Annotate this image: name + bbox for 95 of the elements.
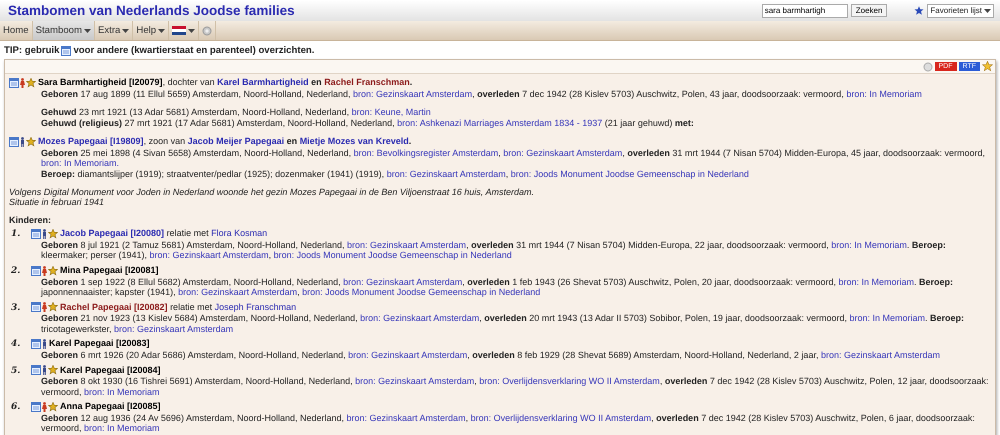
source-link[interactable]: bron: Gezinskaart Amsterdam [353, 88, 472, 98]
source-link[interactable]: bron: Gezinskaart Amsterdam [820, 350, 940, 360]
person-link[interactable]: Flora Kosman [211, 228, 268, 238]
source-link[interactable]: bron: Overlijdensverklaring WO II Amsterdam [479, 376, 660, 386]
person-heading: Sara Barmhartigheid [I20079], dochter van Karel Barmhartigheid en Rachel Franschman. [38, 77, 412, 88]
person-link[interactable]: Mina Papegaai [I20081] [60, 265, 159, 276]
person-heading: Mozes Papegaai [I19809], zoon van Jacob Meijer Papegaai en Mietje Mozes van Kreveld. [38, 136, 412, 148]
document-icon[interactable] [31, 266, 41, 276]
caret-icon [84, 28, 91, 32]
source-link[interactable]: bron: Gezinskaart Amsterdam [343, 276, 462, 287]
person-link[interactable]: Jacob Papegaai [I20080] [60, 228, 164, 238]
document-icon[interactable] [31, 339, 41, 350]
caret-icon [188, 28, 196, 32]
source-link[interactable]: bron: Gezinskaart Amsterdam [347, 240, 466, 250]
source-link[interactable]: bron: Joods Monument Joodse Gemeenschap in Nederland [302, 287, 540, 298]
event-details: Geboren 25 mei 1898 (4 Sivan 5658) Amsterdam, Noord-Holland, Nederland, bron: Bevolkingsregister Amsterdam, bron: Gezinskaart Amsterdam, overleden 31 mrt 1944 (7 Nisan 5704) Midden-Europa, 45 jaar, doodsoorzaak: vermoord, bron: In Memoriam. [40, 148, 986, 169]
document-icon[interactable] [31, 302, 41, 312]
event-details: Geboren 6 mrt 1926 (20 Adar 5686) Amsterdam, Noord-Holland, Nederland, bron: Gezinskaart Amsterdam, overleden 8 feb 1929 (28 Shevat 5689) Amsterdam, Noord-Holland, Nederland, 2 jaar, bron: Gezinskaart Amsterdam [40, 350, 942, 360]
list-number: 1. [10, 228, 22, 242]
source-link[interactable]: bron: Gezinskaart Amsterdam [348, 350, 468, 360]
source-link[interactable]: bron: In Memoriam. [41, 158, 120, 168]
menu-item[interactable]: Stamboom [32, 21, 95, 40]
source-link[interactable]: bron: Keune, Martin [352, 107, 431, 118]
event-details: Geboren 8 jul 1921 (2 Tamuz 5681) Amsterdam, Noord-Holland, Nederland, bron: Gezinskaart Amsterdam, overleden 31 mrt 1944 (7 Nisan 5704) Midden-Europa, 22 jaar, doodsoorzaak: vermoord, bron: In Memoriam. Beroep: kleermaker; perser (1941), bron: Gezinskaart Amsterdam, bron: Joods Monument Joodse Gemeenschap in Nederland [40, 240, 947, 262]
event-details: Geboren 8 okt 1930 (16 Tishrei 5691) Amsterdam, Noord-Holland, Nederland, bron: Gezinskaart Amsterdam, bron: Overlijdensverklaring WO II Amsterdam, overleden 7 dec 1942 (28 Kislev 5703) Auschwitz, Polen, 12 jaar, doodsoorzaak: vermoord, bron: In Memoriam [40, 376, 989, 398]
source-link[interactable]: bron: Gezinskaart Amsterdam [386, 168, 506, 179]
caret-icon [984, 8, 991, 12]
source-link[interactable]: bron: In Memoriam [849, 313, 926, 324]
event-details: Beroep: diamantslijper (1919); straatventer/pedlar (1925); dozenmaker (1941) (1919), bron: Gezinskaart Amsterdam, bron: Joods Monument Joodse Gemeenschap in Nederland [40, 168, 750, 180]
settings-icon[interactable] [922, 62, 933, 72]
person-link[interactable]: Mozes Papegaai [I19809] [38, 136, 144, 146]
flag-icon [172, 26, 186, 35]
person-link[interactable]: Sara Barmhartigheid [I20079] [38, 77, 163, 87]
source-link[interactable]: bron: Gezinskaart Amsterdam [503, 148, 622, 158]
list-number: 5. [10, 364, 22, 378]
source-link[interactable]: bron: Ashkenazi Marriages Amsterdam 1834 - 1937 [397, 118, 602, 128]
source-link[interactable]: bron: Joods Monument Joodse Gemeenschap in Nederland [510, 168, 749, 179]
tip-text: TIP: gebruik [4, 45, 60, 56]
marriage-details: Gehuwd 23 mrt 1921 (13 Adar 5681) Amsterdam, Noord-Holland, Nederland, bron: Keune, Martin [40, 107, 432, 118]
language-menu[interactable] [169, 21, 200, 40]
person-link[interactable]: Karel Papegaai [I20083] [49, 338, 150, 348]
note-text: Situatie in februari 1941 [9, 197, 106, 208]
source-link[interactable]: bron: In Memoriam [846, 88, 922, 98]
person-link[interactable]: Karel Barmhartigheid [217, 77, 309, 87]
star-icon[interactable] [982, 61, 993, 72]
source-link[interactable]: bron: Gezinskaart Amsterdam [114, 324, 234, 334]
source-link[interactable]: bron: In Memoriam [831, 240, 907, 250]
person-heading: Jacob Papegaai [I20080] relatie met Flora Kosman [60, 228, 268, 240]
document-icon[interactable] [31, 365, 41, 376]
caret-icon [122, 28, 130, 32]
person-link[interactable]: Jacob Meijer Papegaai [188, 136, 284, 146]
site-title: Stambomen van Nederlands Joodse families [8, 3, 295, 18]
document-icon[interactable] [31, 402, 41, 412]
source-link[interactable]: bron: In Memoriam [838, 276, 914, 287]
marriage-details: Gehuwd (religieus) 27 mrt 1921 (17 Adar 5681) Amsterdam, Noord-Holland, Nederland, bron: Ashkenazi Marriages Amsterdam 1834 - 1937 (21 jaar gehuwd) met: [40, 118, 695, 128]
favorites-dropdown[interactable]: Favorieten lijst [927, 4, 994, 18]
list-number: 3. [10, 302, 22, 315]
event-details: Geboren 17 aug 1899 (11 Ellul 5659) Amsterdam, Noord-Holland, Nederland, bron: Gezinskaart Amsterdam, overleden 7 dec 1942 (28 Kislev 5703) Auschwitz, Polen, 43 jaar, doodsoorzaak: vermoord, bron: In Memoriam [40, 88, 923, 100]
note-text: Volgens Digital Monument voor Joden in Nederland woonde het gezin Mozes Papegaai in de Ben Viljoenstraat 16 huis, Amsterdam. [9, 186, 535, 198]
source-link[interactable]: bron: Gezinskaart Amsterdam [178, 287, 298, 298]
source-link[interactable]: bron: Gezinskaart Amsterdam [360, 313, 480, 324]
source-link[interactable]: bron: Gezinskaart Amsterdam [355, 376, 474, 386]
source-link[interactable]: bron: Joods Monument Joodse Gemeenschap in Nederland [274, 250, 512, 260]
person-link[interactable]: Anna Papegaai [I20085] [60, 401, 161, 412]
source-link[interactable]: bron: Gezinskaart Amsterdam [150, 250, 269, 260]
list-number: 2. [10, 265, 22, 278]
person-heading: Rachel Papegaai [I20082] relatie met Joseph Franschman [60, 302, 296, 314]
caret-icon [158, 28, 166, 32]
person-link[interactable]: Mietje Mozes van Kreveld [300, 136, 409, 146]
tip-text: voor andere (kwartierstaat en parenteel) overzichten. [73, 45, 314, 56]
source-link[interactable]: bron: Gezinskaart Amsterdam [346, 412, 466, 423]
document-icon[interactable] [9, 137, 19, 148]
document-icon[interactable] [9, 78, 19, 88]
document-icon[interactable] [61, 46, 72, 56]
search-field[interactable]: sara barmhartigh [762, 4, 848, 18]
menu-item[interactable]: Extra [94, 21, 134, 40]
list-number: 6. [10, 401, 22, 414]
person-link[interactable]: Rachel Franschman [324, 77, 410, 87]
settings-icon[interactable] [202, 26, 212, 36]
children-heading: Kinderen: [9, 214, 52, 226]
document-icon[interactable] [31, 229, 41, 240]
source-link[interactable]: bron: In Memoriam [84, 386, 160, 397]
source-link[interactable]: bron: In Memoriam [84, 423, 160, 434]
event-details: Geboren 1 sep 1922 (8 Ellul 5682) Amsterdam, Noord-Holland, Nederland, bron: Gezinskaart Amsterdam, overleden 1 feb 1943 (26 Shevat 5703) Auschwitz, Polen, 20 jaar, doodsoorzaak: vermoord, bron: In Memoriam. Beroep: japonnennaaister; kapster (1941), bron: Gezinskaart Amsterdam, bron: Joods Monument Joodse Gemeenschap in Nederland [40, 276, 954, 298]
person-link[interactable]: Karel Papegaai [I20084] [60, 364, 161, 374]
person-link[interactable]: Rachel Papegaai [I20082] [60, 302, 168, 312]
star-icon[interactable] [914, 6, 924, 16]
menu-item[interactable]: Help [133, 21, 170, 40]
person-link[interactable]: Joseph Franschman [214, 302, 296, 312]
search-button[interactable]: Zoeken [850, 4, 888, 17]
event-details: Geboren 12 aug 1936 (24 Av 5696) Amsterdam, Noord-Holland, Nederland, bron: Gezinskaart Amsterdam, bron: Overlijdensverklaring WO II Amsterdam, overleden 7 dec 1942 (28 Kislev 5703) Auschwitz, Polen, 6 jaar, doodsoorzaak: vermoord, bron: In Memoriam [40, 412, 976, 434]
list-number: 4. [10, 338, 22, 352]
source-link[interactable]: bron: Overlijdensverklaring WO II Amsterdam [470, 412, 652, 423]
event-details: Geboren 21 nov 1923 (13 Kislev 5684) Amsterdam, Noord-Holland, Nederland, bron: Gezinskaart Amsterdam, overleden 20 mrt 1943 (13 Adar II 5703) Sobibor, Polen, 19 jaar, doodsoorzaak: vermoord, bron: In Memoriam. Beroep: tricotagewerkster, bron: Gezinskaart Amsterdam [40, 313, 966, 334]
source-link[interactable]: bron: Bevolkingsregister Amsterdam [354, 148, 498, 158]
